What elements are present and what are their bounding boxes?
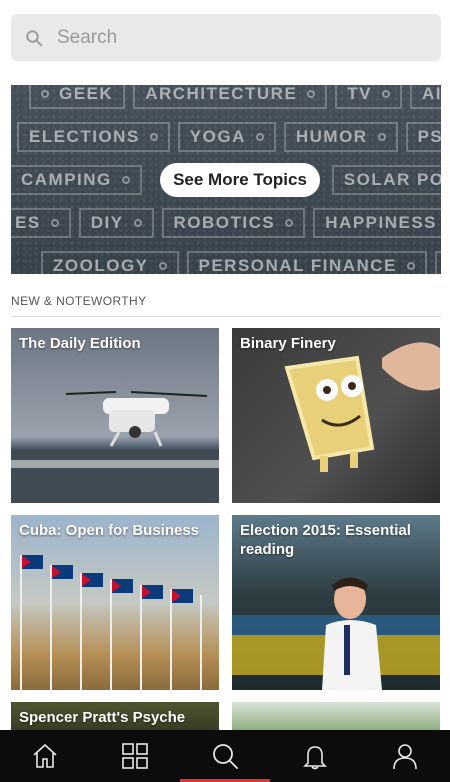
topic-tag: ZOOLOGY (41, 251, 179, 274)
nav-grid[interactable] (90, 730, 180, 782)
topic-tag: ROBOTICS (161, 208, 306, 238)
story-card[interactable]: Binary Finery (232, 328, 440, 503)
topic-tag: ARCHITECTURE (133, 85, 328, 109)
topics-row: ES DIY ROBOTICS HAPPINESS (11, 208, 441, 238)
topic-tag: PS (405, 122, 441, 152)
topic-tag: DIY (78, 208, 154, 238)
topic-tag: CAMPING (11, 165, 142, 195)
story-card[interactable]: Spencer Pratt's Psyche (11, 702, 219, 730)
topics-row: GEEK ARCHITECTURE TV AI (29, 85, 441, 109)
search-icon (26, 29, 43, 46)
divider (11, 316, 441, 317)
card-title: The Daily Edition (19, 335, 141, 352)
search-icon (213, 744, 238, 769)
topic-tag: ELECTIONS (17, 122, 170, 152)
card-title: Cuba: Open for Business (19, 522, 200, 539)
topic-tag: HAPPINESS (313, 208, 441, 238)
section-title: NEW & NOTEWORTHY (11, 294, 147, 308)
card-title: Binary Finery (240, 335, 336, 352)
search-input[interactable]: Search (11, 14, 441, 61)
topics-row: ZOOLOGY PERSONAL FINANCE SU (41, 251, 441, 274)
profile-icon (393, 744, 417, 770)
topic-tag: TV (335, 85, 403, 109)
topic-tag: AI (410, 85, 441, 109)
card-title: Election 2015: Essential reading (240, 522, 411, 558)
topic-tag: SOLAR POWE (331, 165, 441, 195)
home-icon (33, 743, 57, 768)
topics-banner[interactable]: GEEK ARCHITECTURE TV AI ELECTIONS YOGA H… (11, 85, 441, 274)
bell-icon (303, 746, 327, 770)
card-title: Spencer Pratt's Psyche (19, 709, 186, 726)
drone-image (11, 391, 219, 503)
topic-tag: HUMOR (283, 122, 398, 152)
spongebob-image (284, 342, 440, 472)
story-card[interactable]: The Daily Edition (11, 328, 219, 503)
topic-tag: SU (434, 251, 441, 274)
story-card[interactable]: Cuba: Open for Business (11, 515, 219, 690)
topic-tag: ES (11, 208, 71, 238)
search-placeholder: Search (57, 26, 118, 48)
nav-profile[interactable] (360, 730, 450, 782)
topics-row: ELECTIONS YOGA HUMOR PS (17, 122, 441, 152)
cuba-flags-image (20, 555, 202, 690)
topic-tag: GEEK (29, 85, 126, 109)
see-more-topics-button[interactable]: See More Topics (160, 163, 320, 197)
story-card[interactable]: Election 2015: Essential reading (232, 515, 440, 690)
nav-home[interactable] (0, 730, 90, 782)
topic-tag: PERSONAL FINANCE (186, 251, 427, 274)
story-card[interactable] (232, 702, 440, 730)
grid-icon (122, 743, 148, 769)
topic-tag: YOGA (177, 122, 276, 152)
nav-notifications[interactable] (270, 730, 360, 782)
bottom-nav (0, 730, 450, 782)
nav-search[interactable] (180, 730, 270, 782)
